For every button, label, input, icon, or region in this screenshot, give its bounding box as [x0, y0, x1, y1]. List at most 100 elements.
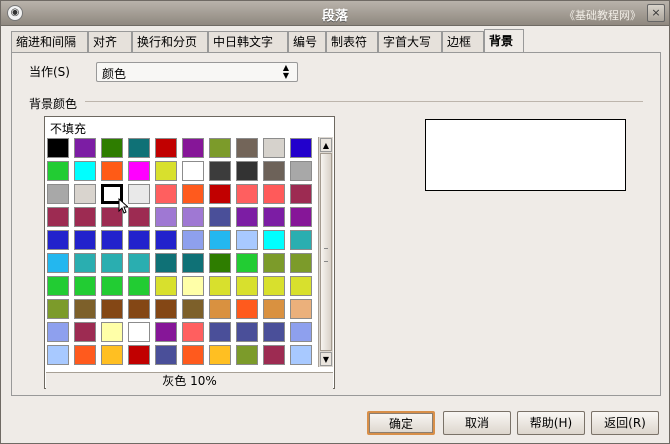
color-swatch[interactable] — [101, 299, 123, 319]
color-swatch[interactable] — [236, 230, 258, 250]
color-swatch[interactable] — [236, 299, 258, 319]
color-swatch[interactable] — [101, 230, 123, 250]
color-swatch[interactable] — [182, 299, 204, 319]
cancel-button[interactable]: 取消 — [443, 411, 511, 435]
color-swatch[interactable] — [47, 230, 69, 250]
color-swatch[interactable] — [128, 253, 150, 273]
color-swatch[interactable] — [263, 322, 285, 342]
color-swatch[interactable] — [74, 345, 96, 365]
color-swatch[interactable] — [209, 230, 231, 250]
color-swatch[interactable] — [128, 230, 150, 250]
color-swatch[interactable] — [74, 184, 96, 204]
color-swatch[interactable] — [209, 207, 231, 227]
color-swatch[interactable] — [47, 299, 69, 319]
color-swatch[interactable] — [47, 161, 69, 181]
color-swatch[interactable] — [128, 345, 150, 365]
color-swatch[interactable] — [155, 230, 177, 250]
color-swatch[interactable] — [236, 253, 258, 273]
color-swatch[interactable] — [236, 322, 258, 342]
color-swatch[interactable] — [128, 138, 150, 158]
color-swatch[interactable] — [290, 345, 312, 365]
color-swatch[interactable] — [101, 253, 123, 273]
color-swatch[interactable] — [209, 161, 231, 181]
tab-asian-typography[interactable]: 中日韩文字 — [208, 31, 288, 52]
color-swatch[interactable] — [209, 184, 231, 204]
color-swatch[interactable] — [182, 184, 204, 204]
color-swatch[interactable] — [263, 345, 285, 365]
color-swatch[interactable] — [182, 207, 204, 227]
color-swatch[interactable] — [155, 322, 177, 342]
color-swatch[interactable] — [101, 276, 123, 296]
scroll-down-arrow-icon[interactable]: ▼ — [320, 352, 332, 366]
scroll-up-arrow-icon[interactable]: ▲ — [320, 138, 332, 152]
color-swatch[interactable] — [236, 184, 258, 204]
color-swatch[interactable] — [74, 161, 96, 181]
tab-indents-spacing[interactable]: 缩进和间隔 — [11, 31, 88, 52]
color-swatch[interactable] — [209, 345, 231, 365]
color-swatch[interactable] — [155, 276, 177, 296]
color-swatch[interactable] — [263, 230, 285, 250]
color-swatch[interactable] — [128, 207, 150, 227]
color-swatch[interactable] — [101, 322, 123, 342]
color-swatch[interactable] — [263, 253, 285, 273]
color-swatch[interactable] — [209, 276, 231, 296]
color-swatch[interactable] — [290, 276, 312, 296]
tab-drop-caps[interactable]: 字首大写 — [378, 31, 442, 52]
color-swatch[interactable] — [128, 184, 150, 204]
color-swatch[interactable] — [47, 138, 69, 158]
color-swatch[interactable] — [74, 230, 96, 250]
color-swatch[interactable] — [263, 184, 285, 204]
color-swatch[interactable] — [155, 161, 177, 181]
color-swatch[interactable] — [182, 276, 204, 296]
tab-borders[interactable]: 边框 — [442, 31, 484, 52]
color-swatch[interactable] — [101, 138, 123, 158]
color-swatch[interactable] — [74, 322, 96, 342]
color-swatch[interactable] — [128, 276, 150, 296]
close-icon[interactable]: × — [647, 4, 665, 22]
color-swatch[interactable] — [101, 345, 123, 365]
color-swatch[interactable] — [209, 138, 231, 158]
tab-background[interactable]: 背景 — [484, 29, 524, 53]
color-swatch[interactable] — [74, 276, 96, 296]
color-swatch[interactable] — [290, 253, 312, 273]
help-button[interactable]: 帮助(H) — [517, 411, 585, 435]
color-swatch[interactable] — [182, 345, 204, 365]
tab-alignment[interactable]: 对齐 — [88, 31, 132, 52]
palette-scrollbar[interactable]: ▲ ▼ — [318, 137, 333, 367]
color-swatch[interactable] — [74, 299, 96, 319]
ok-button[interactable]: 确定 — [367, 411, 435, 435]
color-swatch[interactable] — [209, 299, 231, 319]
color-swatch[interactable] — [209, 322, 231, 342]
color-swatch[interactable] — [182, 161, 204, 181]
color-swatch[interactable] — [74, 207, 96, 227]
color-swatch[interactable] — [290, 230, 312, 250]
color-swatch[interactable] — [209, 253, 231, 273]
color-swatch[interactable] — [263, 276, 285, 296]
tab-text-flow[interactable]: 换行和分页 — [132, 31, 208, 52]
color-swatch[interactable] — [155, 184, 177, 204]
color-swatch[interactable] — [155, 345, 177, 365]
color-swatch[interactable] — [155, 253, 177, 273]
color-swatch[interactable] — [236, 276, 258, 296]
color-swatch[interactable] — [263, 138, 285, 158]
tab-tabs[interactable]: 制表符 — [326, 31, 378, 52]
color-swatch[interactable] — [290, 207, 312, 227]
color-swatch[interactable] — [128, 161, 150, 181]
color-swatch[interactable] — [263, 161, 285, 181]
color-swatch[interactable] — [155, 207, 177, 227]
color-swatch[interactable] — [236, 207, 258, 227]
scroll-thumb[interactable] — [320, 153, 332, 351]
color-swatch[interactable] — [236, 138, 258, 158]
color-swatch[interactable] — [47, 184, 69, 204]
color-swatch[interactable] — [47, 207, 69, 227]
color-swatch[interactable] — [182, 230, 204, 250]
color-swatch[interactable] — [128, 322, 150, 342]
color-swatch[interactable] — [182, 253, 204, 273]
color-swatch[interactable] — [290, 184, 312, 204]
color-swatch[interactable] — [182, 138, 204, 158]
color-swatch[interactable] — [47, 322, 69, 342]
color-swatch[interactable] — [101, 161, 123, 181]
title-bar[interactable]: ◉ 段落 《基础教程网》 × — [1, 1, 669, 26]
color-swatch[interactable] — [290, 161, 312, 181]
color-swatch[interactable] — [263, 207, 285, 227]
